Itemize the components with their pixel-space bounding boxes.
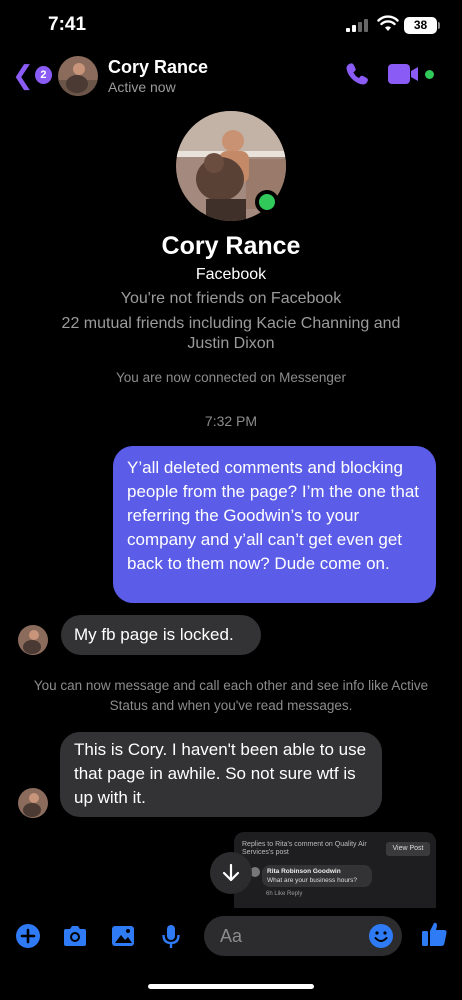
messaging-permission-notice: You can now message and call each other …: [33, 678, 429, 713]
message-timestamp: 7:32 PM: [204, 413, 258, 429]
photo-icon[interactable]: [109, 922, 137, 950]
profile-name: Cory Rance: [161, 232, 301, 260]
profile-platform: Facebook: [195, 266, 267, 283]
video-camera-icon[interactable]: [388, 63, 422, 85]
commenter-name: Rita Robinson Goodwin: [267, 868, 341, 875]
header-avatar[interactable]: [58, 56, 98, 96]
online-indicator: [425, 70, 434, 79]
sender-avatar[interactable]: [18, 625, 48, 655]
connected-notice: You are now connected on Messenger: [116, 370, 346, 385]
friendship-status: You're not friends on Facebook: [120, 290, 342, 307]
message-composer: Aa: [0, 912, 462, 960]
home-indicator[interactable]: [148, 984, 314, 989]
view-post-button[interactable]: View Post: [386, 842, 430, 856]
battery-icon: 38: [404, 17, 437, 34]
emoji-icon[interactable]: [368, 923, 394, 949]
battery-tip: [438, 22, 440, 29]
back-chevron-icon: ❮: [12, 60, 34, 90]
sender-avatar[interactable]: [18, 788, 48, 818]
shared-comment: Rita Robinson Goodwin What are your busi…: [262, 865, 372, 887]
outgoing-message[interactable]: Y’all deleted comments and blocking peop…: [113, 446, 436, 603]
thumbs-up-icon[interactable]: [419, 919, 449, 949]
camera-icon[interactable]: [61, 922, 89, 950]
microphone-icon[interactable]: [157, 922, 185, 950]
profile-online-indicator: [255, 190, 279, 214]
plus-icon[interactable]: [14, 922, 42, 950]
message-input[interactable]: Aa: [204, 916, 402, 956]
wifi-icon: [377, 15, 399, 31]
comment-meta: 6h Like Reply: [266, 891, 303, 897]
scroll-to-bottom-button[interactable]: [210, 852, 252, 894]
incoming-message[interactable]: My fb page is locked.: [61, 615, 261, 655]
arrow-down-icon: [222, 863, 240, 882]
conversation-header: ❮ 2 Cory Rance Active now: [0, 50, 462, 102]
shared-post-header: Replies to Rita's comment on Quality Air…: [242, 841, 367, 856]
unread-count-badge: 2: [34, 66, 52, 84]
message-input-placeholder: Aa: [220, 926, 243, 946]
status-bar: 7:41 38: [0, 0, 462, 50]
back-button[interactable]: ❮ 2: [12, 60, 52, 90]
comment-text: What are your business hours?: [267, 877, 357, 884]
status-time: 7:41: [48, 14, 87, 35]
incoming-message[interactable]: This is Cory. I haven't been able to use…: [60, 732, 382, 817]
mutual-friends: 22 mutual friends including Kacie Channi…: [61, 315, 401, 352]
contact-name[interactable]: Cory Rance: [108, 57, 208, 78]
presence-status: Active now: [108, 79, 176, 95]
cellular-signal-icon: [346, 18, 370, 32]
phone-icon[interactable]: [343, 60, 371, 88]
shared-post-preview[interactable]: Replies to Rita's comment on Quality Air…: [234, 832, 436, 908]
